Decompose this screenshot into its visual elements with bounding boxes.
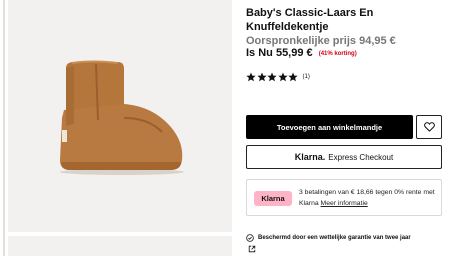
product-info: Baby's Classic-Laars En Knuffeldekentje … — [246, 0, 442, 256]
secondary-product-image[interactable] — [0, 236, 232, 256]
add-to-cart-button[interactable]: Toevoegen aan winkelmandje — [246, 115, 413, 139]
klarna-more-info-link[interactable]: Meer informatie — [321, 200, 368, 207]
product-gallery — [0, 0, 232, 256]
star-icon — [277, 72, 288, 82]
external-link-icon[interactable] — [248, 245, 256, 253]
current-price-label: Is Nu 55,99 € — [246, 47, 313, 59]
current-price: Is Nu 55,99 € (41% korting) — [246, 47, 357, 61]
wishlist-button[interactable] — [416, 115, 442, 139]
thumbnail-strip — [0, 0, 8, 256]
star-icon — [246, 72, 256, 82]
add-to-cart-label: Toevoegen aan winkelmandje — [276, 122, 383, 132]
guarantee-text: Beschermd door een wettelijke garantie v… — [258, 235, 411, 241]
klarna-express-checkout-button[interactable]: Klarna. Express Checkout — [246, 145, 442, 169]
shield-check-icon — [246, 234, 254, 242]
heart-icon — [423, 122, 435, 132]
express-checkout-label: Express Checkout — [328, 152, 394, 162]
klarna-brand: Klarna. — [294, 152, 326, 162]
product-title: Baby's Classic-Laars En Knuffeldekentje — [246, 7, 374, 33]
rating[interactable]: (1) — [246, 71, 310, 83]
klarna-installments: 3 betalingen van € 18,66 tegen 0% rente … — [299, 187, 441, 209]
klarna-info-box: Klarna 3 betalingen van € 18,66 tegen 0%… — [246, 179, 442, 216]
star-icon — [256, 72, 267, 82]
main-product-image[interactable] — [0, 0, 232, 232]
klarna-badge: Klarna — [254, 191, 292, 206]
star-icon — [288, 72, 298, 82]
star-icon — [267, 72, 277, 82]
rating-count: (1) — [302, 74, 310, 80]
guarantee-note: Beschermd door een wettelijke garantie v… — [246, 233, 442, 243]
discount-label: (41% korting) — [318, 51, 357, 57]
boot-image — [60, 60, 184, 175]
